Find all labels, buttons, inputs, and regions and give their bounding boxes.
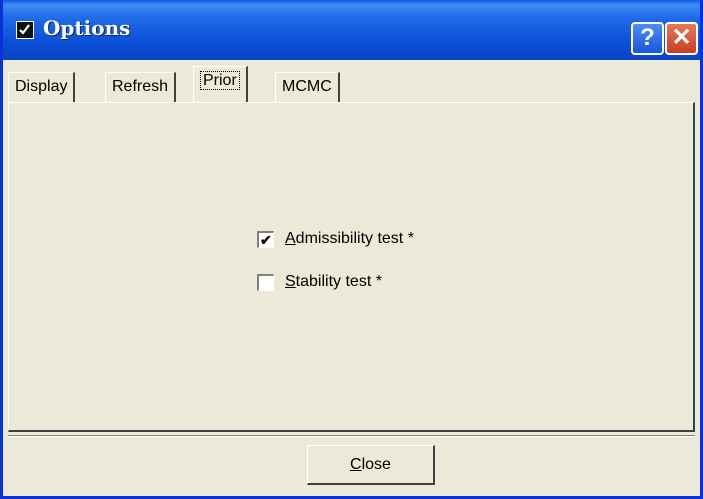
admissibility-test-option[interactable]: ✔ Admissibility test * (257, 230, 414, 248)
stability-test-checkbox[interactable] (257, 273, 274, 291)
tab-prior[interactable]: Prior (193, 66, 248, 104)
stability-test-option[interactable]: Stability test * (257, 273, 382, 291)
checkmark-icon: ✔ (260, 231, 272, 248)
app-checkbox-icon (16, 21, 34, 39)
admissibility-test-label: Admissibility test * (285, 230, 414, 247)
window-title: Options (43, 16, 131, 40)
prior-tab-panel: ✔ Admissibility test * Stability test * (8, 102, 695, 432)
close-button[interactable]: Close (307, 445, 435, 485)
tab-refresh[interactable]: Refresh (105, 72, 177, 102)
help-button[interactable]: ? (631, 22, 664, 55)
tab-strip: Display Refresh Prior MCMC (3, 64, 700, 104)
tab-display[interactable]: Display (8, 72, 76, 102)
stability-test-label: Stability test * (285, 273, 382, 290)
footer-divider (8, 435, 695, 437)
tab-prior-label: Prior (200, 71, 240, 90)
tab-mcmc[interactable]: MCMC (275, 72, 340, 102)
title-bar[interactable]: Options ? ✕ (3, 0, 700, 60)
close-window-button[interactable]: ✕ (665, 22, 698, 55)
options-dialog: Options ? ✕ Display Refresh Prior MCMC ✔… (0, 0, 703, 499)
admissibility-test-checkbox[interactable]: ✔ (257, 230, 274, 248)
